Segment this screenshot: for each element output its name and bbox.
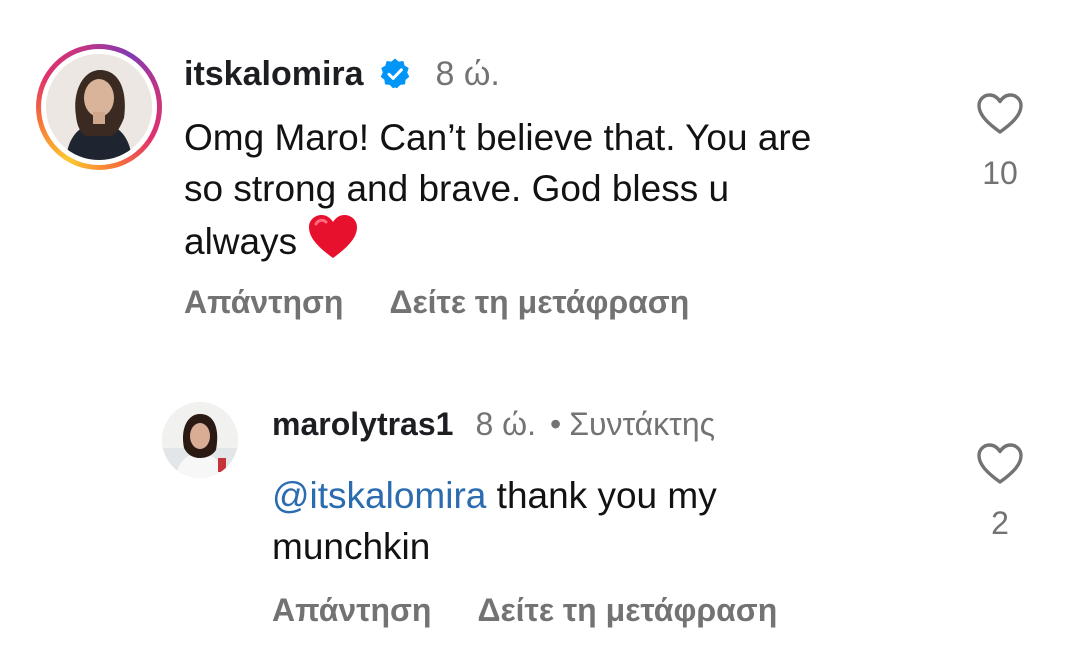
comment-line: so strong and brave. God bless u <box>184 168 730 209</box>
author-role-label: Συντάκτης <box>569 405 716 442</box>
like-count: 10 <box>982 155 1018 191</box>
mention-link[interactable]: @itskalomira <box>272 475 486 516</box>
comment-thread: itskalomira 8 ώ. Omg Maro! Can’t believe… <box>0 0 1080 672</box>
comment-line: @itskalomira thank you my <box>272 470 952 521</box>
comment-actions: Απάντηση Δείτε τη μετάφραση <box>272 592 777 629</box>
comment-body: Omg Maro! Can’t believe that. You are so… <box>184 112 944 273</box>
comment-body: @itskalomira thank you my munchkin <box>272 470 952 572</box>
like-control: 2 <box>970 442 1030 542</box>
comment-header: itskalomira 8 ώ. <box>184 52 500 96</box>
heart-outline-icon[interactable] <box>976 442 1024 491</box>
username[interactable]: itskalomira <box>184 55 364 94</box>
timestamp: 8 ώ. <box>475 405 536 442</box>
story-ring-avatar[interactable] <box>36 44 162 170</box>
comment-line-text: thank you my <box>496 475 717 516</box>
verified-badge-icon <box>378 57 412 91</box>
comment-line: munchkin <box>272 526 431 567</box>
username[interactable]: marolytras1 <box>272 406 453 443</box>
comment-line: always <box>184 214 944 273</box>
profile-photo <box>162 402 238 478</box>
see-translation-button[interactable]: Δείτε τη μετάφραση <box>477 592 777 629</box>
separator-dot: • <box>550 405 562 442</box>
like-count: 2 <box>991 505 1009 541</box>
red-heart-emoji <box>307 214 359 273</box>
like-control: 10 <box>970 92 1030 192</box>
heart-outline-icon[interactable] <box>976 92 1024 141</box>
avatar[interactable] <box>162 402 238 478</box>
profile-photo <box>46 54 152 160</box>
timestamp: 8 ώ. <box>435 54 500 93</box>
reply-button[interactable]: Απάντηση <box>184 284 343 321</box>
comment-line: Omg Maro! Can’t believe that. You are <box>184 117 812 158</box>
comment-actions: Απάντηση Δείτε τη μετάφραση <box>184 284 689 321</box>
comment-line-text: always <box>184 221 298 262</box>
see-translation-button[interactable]: Δείτε τη μετάφραση <box>389 284 689 321</box>
avatar <box>46 54 152 160</box>
comment-header: marolytras1 8 ώ. • Συντάκτης <box>272 404 715 444</box>
reply-button[interactable]: Απάντηση <box>272 592 431 629</box>
